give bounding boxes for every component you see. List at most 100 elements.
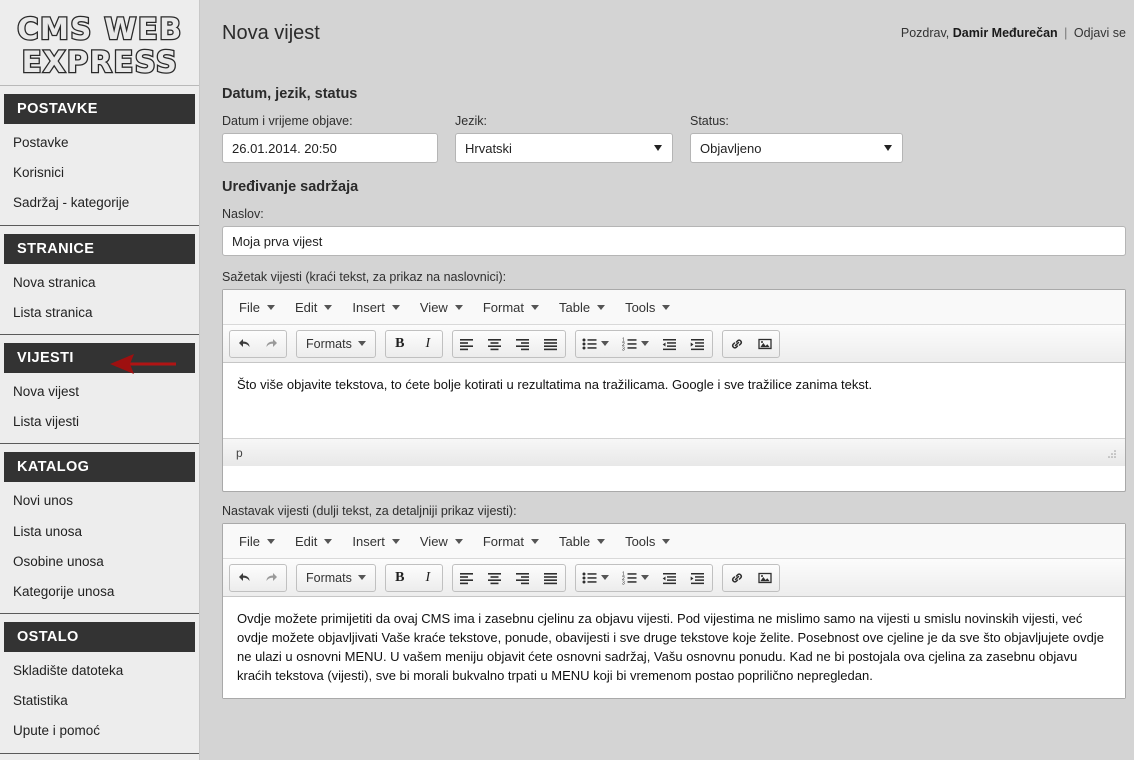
bullet-list-icon: [582, 572, 597, 583]
chevron-down-icon: [662, 304, 671, 310]
sidebar-item-osobine-unosa[interactable]: Osobine unosa: [0, 547, 199, 577]
formats-dropdown-button[interactable]: Formats: [297, 565, 375, 591]
summary-editor-menubar: File Edit Insert View Format Table Tools: [223, 290, 1125, 325]
sidebar-item-lista-stranica[interactable]: Lista stranica: [0, 298, 199, 328]
menu-insert[interactable]: Insert: [342, 296, 410, 319]
menu-format[interactable]: Format: [473, 530, 549, 553]
menu-file[interactable]: File: [229, 296, 285, 319]
body-editor-body[interactable]: Ovdje možete primijetiti da ovaj CMS ima…: [223, 597, 1125, 699]
image-icon: [758, 572, 772, 583]
sidebar-item-nova-stranica[interactable]: Nova stranica: [0, 268, 199, 298]
menu-file-label: File: [239, 299, 260, 315]
formats-dropdown-button[interactable]: Formats: [297, 331, 375, 357]
content-area: Datum, jezik, status Datum i vrijeme obj…: [200, 86, 1134, 700]
menu-table[interactable]: Table: [549, 530, 615, 553]
align-center-button[interactable]: [481, 331, 509, 357]
menu-tools[interactable]: Tools: [615, 530, 680, 553]
menu-insert[interactable]: Insert: [342, 530, 410, 553]
bold-button[interactable]: B: [386, 565, 414, 591]
align-justify-button[interactable]: [537, 565, 565, 591]
menu-tools[interactable]: Tools: [615, 296, 680, 319]
align-right-icon: [516, 338, 530, 350]
bold-button[interactable]: B: [386, 331, 414, 357]
align-left-button[interactable]: [453, 331, 481, 357]
language-select[interactable]: Hrvatski: [455, 133, 673, 163]
sidebar-item-upute-i-pomoc[interactable]: Upute i pomoć: [0, 716, 199, 746]
list-button-group: 123: [574, 329, 713, 358]
label-summary: Sažetak vijesti (kraći tekst, za prikaz …: [222, 270, 507, 284]
section-title-content: Uređivanje sadržaja: [222, 179, 359, 195]
indent-button[interactable]: [684, 331, 712, 357]
numbered-list-icon: 123: [622, 571, 637, 585]
sidebar-item-skladiste-datoteka[interactable]: Skladište datoteka: [0, 656, 199, 686]
sidebar-item-lista-unosa[interactable]: Lista unosa: [0, 517, 199, 547]
app-logo[interactable]: CMS WEB EXPRESS: [0, 0, 199, 86]
chevron-down-icon: [601, 341, 610, 346]
sidebar-item-sadrzaj-kategorije[interactable]: Sadržaj - kategorije: [0, 188, 199, 218]
align-left-button[interactable]: [453, 565, 481, 591]
sidebar-item-statistika[interactable]: Statistika: [0, 686, 199, 716]
menu-format-label: Format: [482, 533, 524, 549]
body-paragraph: Ovdje možete primijetiti da ovaj CMS ima…: [237, 611, 1104, 683]
outdent-button[interactable]: [656, 331, 684, 357]
link-button[interactable]: [723, 331, 751, 357]
sidebar-item-nova-vijest[interactable]: Nova vijest: [0, 377, 199, 407]
numbered-list-button[interactable]: 123: [616, 331, 656, 357]
menu-edit[interactable]: Edit: [285, 296, 342, 319]
date-input[interactable]: [222, 133, 438, 163]
italic-button[interactable]: I: [414, 331, 442, 357]
menu-view[interactable]: View: [410, 530, 473, 553]
menu-file[interactable]: File: [229, 530, 285, 553]
align-right-button[interactable]: [509, 331, 537, 357]
image-button[interactable]: [751, 331, 779, 357]
redo-button[interactable]: [258, 565, 286, 591]
chevron-down-icon: [324, 304, 333, 310]
italic-icon: I: [425, 335, 431, 351]
sidebar-header-postavke: POSTAVKE: [4, 94, 195, 124]
menu-edit[interactable]: Edit: [285, 530, 342, 553]
title-input[interactable]: [222, 226, 1126, 256]
bullet-list-button[interactable]: [576, 331, 616, 357]
link-button[interactable]: [723, 565, 751, 591]
chevron-down-icon: [597, 304, 606, 310]
element-path[interactable]: p: [236, 446, 243, 460]
sidebar-header-vijesti: VIJESTI: [4, 342, 195, 373]
sidebar-item-postavke[interactable]: Postavke: [0, 128, 199, 158]
sidebar-item-lista-vijesti[interactable]: Lista vijesti: [0, 407, 199, 437]
bullet-list-button[interactable]: [576, 565, 616, 591]
sidebar-item-korisnici[interactable]: Korisnici: [0, 158, 199, 188]
redo-button[interactable]: [258, 331, 286, 357]
outdent-button[interactable]: [656, 565, 684, 591]
status-select[interactable]: Objavljeno: [690, 133, 903, 163]
summary-editor-body[interactable]: Što više objavite tekstova, to ćete bolj…: [223, 363, 1125, 438]
undo-button[interactable]: [230, 331, 258, 357]
sidebar-section-ostalo: OSTALO Skladište datoteka Statistika Upu…: [0, 622, 199, 754]
menu-view[interactable]: View: [410, 296, 473, 319]
sidebar-item-novi-unos[interactable]: Novi unos: [0, 486, 199, 516]
alignment-button-group: [451, 563, 566, 592]
resize-handle-icon[interactable]: [1105, 447, 1117, 459]
align-right-button[interactable]: [509, 565, 537, 591]
logout-link[interactable]: Odjavi se: [1074, 26, 1126, 40]
align-center-button[interactable]: [481, 565, 509, 591]
undo-button[interactable]: [230, 565, 258, 591]
italic-button[interactable]: I: [414, 565, 442, 591]
align-justify-icon: [544, 572, 558, 584]
indent-icon: [691, 572, 705, 584]
separator: |: [1064, 26, 1068, 40]
indent-icon: [691, 338, 705, 350]
formats-label: Formats: [306, 336, 352, 351]
user-session-info: Pozdrav, Damir Međurečan | Odjavi se: [901, 26, 1126, 40]
body-editor-toolbar: Formats B I 1 2 3: [223, 559, 1125, 597]
sidebar-item-kategorije-unosa[interactable]: Kategorije unosa: [0, 577, 199, 607]
numbered-list-button[interactable]: 123: [616, 565, 656, 591]
menu-format[interactable]: Format: [473, 296, 549, 319]
indent-button[interactable]: [684, 565, 712, 591]
status-selected-value: Objavljeno: [700, 140, 762, 156]
menu-view-label: View: [419, 533, 448, 549]
align-justify-button[interactable]: [537, 331, 565, 357]
chevron-down-icon: [662, 538, 671, 544]
chevron-down-icon: [531, 538, 539, 544]
image-button[interactable]: [751, 565, 779, 591]
menu-table[interactable]: Table: [549, 296, 615, 319]
